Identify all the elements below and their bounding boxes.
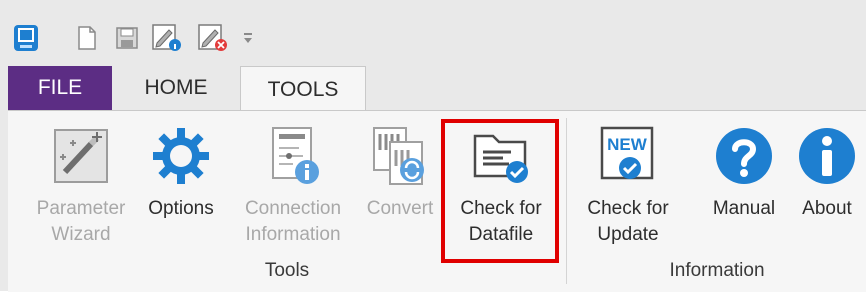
manual-button[interactable]: Manual: [696, 118, 792, 254]
manual-label: Manual: [712, 198, 776, 219]
help-icon: [712, 124, 776, 188]
edit-info-icon[interactable]: [150, 24, 184, 52]
parameter-wizard-button[interactable]: Parameter Wizard: [26, 118, 136, 254]
ribbon-tabs: FILE HOME TOOLS: [0, 66, 866, 112]
new-update-icon: NEW: [596, 124, 660, 188]
new-badge-text: NEW: [607, 135, 648, 154]
convert-icon: [368, 124, 432, 188]
tab-tools[interactable]: TOOLS: [240, 66, 366, 112]
check-for-update-button[interactable]: NEW Check for Update: [574, 118, 682, 254]
connection-information-button[interactable]: Connection Information: [228, 118, 358, 254]
group-separator: [566, 118, 567, 284]
group-label-tools: Tools: [264, 260, 310, 281]
tab-file[interactable]: FILE: [8, 66, 112, 110]
customize-toolbar-icon[interactable]: [240, 24, 256, 52]
app-window: FILE HOME TOOLS Parameter Wizard Options…: [0, 0, 866, 292]
convert-label: Convert: [366, 198, 434, 219]
options-label: Options: [148, 198, 214, 219]
new-file-icon[interactable]: [74, 24, 100, 52]
parameter-wizard-label: Parameter Wizard: [36, 198, 126, 245]
save-icon[interactable]: [114, 24, 140, 52]
gear-icon: [149, 124, 213, 188]
group-label-information: Information: [669, 260, 765, 281]
check-for-update-label: Check for Update: [587, 198, 669, 245]
options-button[interactable]: Options: [138, 118, 224, 254]
quick-access-toolbar: [0, 0, 866, 62]
app-icon[interactable]: [10, 24, 42, 52]
tab-home[interactable]: HOME: [112, 66, 240, 110]
connection-info-icon: [261, 124, 325, 188]
connection-information-label: Connection Information: [244, 198, 342, 245]
highlight-box: [441, 119, 559, 263]
about-label: About: [802, 198, 852, 219]
about-button[interactable]: About: [792, 118, 862, 254]
convert-button[interactable]: Convert: [360, 118, 440, 254]
edit-delete-icon[interactable]: [196, 24, 230, 52]
info-icon: [795, 124, 859, 188]
magic-wand-icon: [49, 124, 113, 188]
